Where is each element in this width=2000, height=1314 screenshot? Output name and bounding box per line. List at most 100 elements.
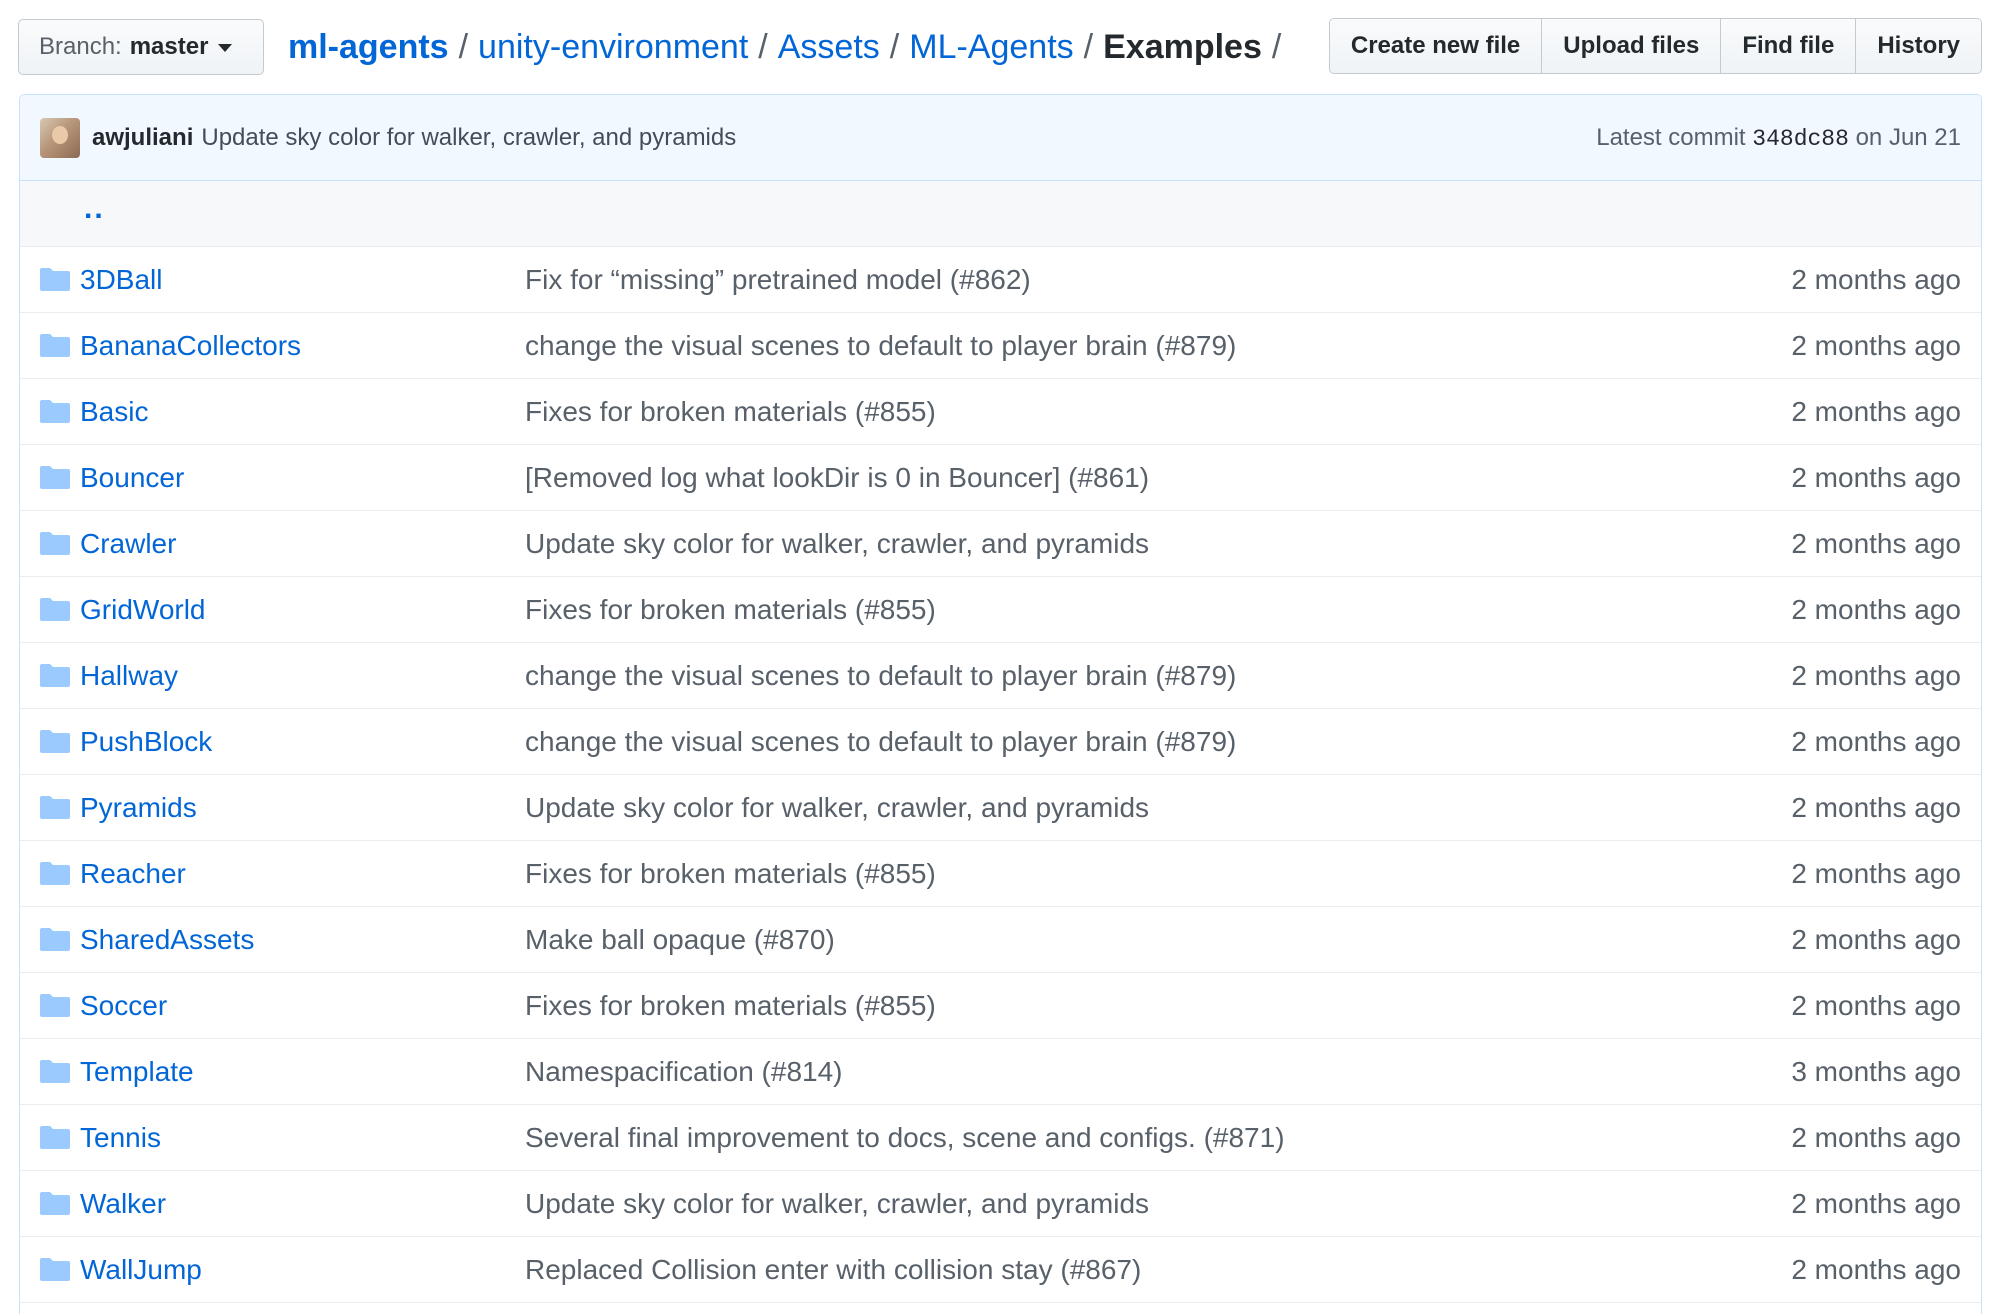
upload-files-button[interactable]: Upload files bbox=[1542, 19, 1722, 73]
file-name-link[interactable]: WallJump bbox=[80, 1254, 202, 1286]
file-name-link[interactable]: 3DBall bbox=[80, 264, 162, 296]
table-row: WallJump Replaced Collision enter with co… bbox=[20, 1237, 1981, 1303]
folder-icon bbox=[40, 400, 70, 423]
file-name-link[interactable]: BananaCollectors bbox=[80, 330, 301, 362]
file-commit-message-link[interactable]: Replaced Collision enter with collision … bbox=[525, 1254, 1141, 1286]
breadcrumb-current: Examples bbox=[1103, 27, 1262, 66]
caret-down-icon bbox=[218, 44, 233, 52]
file-commit-message-link[interactable]: Fixes for broken materials (#855) bbox=[525, 990, 936, 1022]
file-age: 3 months ago bbox=[1791, 1055, 1961, 1087]
breadcrumb-separator: / bbox=[758, 27, 768, 66]
create-new-file-button[interactable]: Create new file bbox=[1329, 19, 1543, 73]
file-commit-message-link[interactable]: Fixes for broken materials (#855) bbox=[525, 858, 936, 890]
breadcrumb-link-ml-agents[interactable]: ML-Agents bbox=[909, 28, 1073, 67]
file-age: 2 months ago bbox=[1791, 791, 1961, 823]
file-commit-message-link[interactable]: change the visual scenes to default to p… bbox=[525, 660, 1236, 692]
folder-icon bbox=[40, 598, 70, 621]
folder-icon bbox=[40, 664, 70, 687]
table-row: Bouncer [Removed log what lookDir is 0 in… bbox=[20, 445, 1981, 511]
branch-select-button[interactable]: Branch: master bbox=[18, 19, 264, 75]
repo-file-browser: Branch: master ml-agents / unity-environ… bbox=[0, 0, 2000, 1314]
table-row: Basic Fixes for broken materials (#855) 2 … bbox=[20, 379, 1981, 445]
file-age: 2 months ago bbox=[1791, 659, 1961, 691]
folder-icon bbox=[40, 730, 70, 753]
file-commit-message-link[interactable]: change the visual scenes to default to p… bbox=[525, 726, 1236, 758]
file-age: 2 months ago bbox=[1791, 857, 1961, 889]
folder-icon bbox=[40, 1060, 70, 1083]
folder-icon bbox=[40, 532, 70, 555]
table-row: PushBlock change the visual scenes to def… bbox=[20, 709, 1981, 775]
file-name-link[interactable]: Reacher bbox=[80, 858, 186, 890]
table-row: 3DBall Fix for “missing” pretrained model… bbox=[20, 247, 1981, 313]
file-name-link[interactable]: Template bbox=[80, 1056, 194, 1088]
file-age: 2 months ago bbox=[1791, 1121, 1961, 1153]
file-actions: Create new file Upload files Find file H… bbox=[1328, 18, 1982, 74]
avatar[interactable] bbox=[40, 117, 80, 158]
breadcrumb-separator: / bbox=[889, 27, 900, 66]
file-commit-message-link[interactable]: Fixes for broken materials (#855) bbox=[525, 396, 936, 428]
file-commit-message-link[interactable]: change the visual scenes to default to p… bbox=[525, 330, 1236, 362]
folder-icon bbox=[40, 796, 70, 819]
file-name-link[interactable]: SharedAssets bbox=[80, 924, 254, 956]
branch-name: master bbox=[129, 33, 209, 60]
file-age: 2 months ago bbox=[1791, 1187, 1961, 1219]
table-row: Crawler Update sky color for walker, craw… bbox=[20, 511, 1981, 577]
folder-icon bbox=[40, 928, 70, 951]
file-name-link[interactable]: Pyramids bbox=[80, 792, 197, 824]
breadcrumb-separator: / bbox=[1271, 27, 1282, 66]
breadcrumb-separator: / bbox=[1083, 27, 1094, 66]
file-commit-message-link[interactable]: Fix for “missing” pretrained model (#862… bbox=[525, 264, 1031, 296]
breadcrumb-link-assets[interactable]: Assets bbox=[778, 28, 880, 67]
folder-icon bbox=[40, 994, 70, 1017]
file-commit-message-link[interactable]: Fixes for broken materials (#855) bbox=[525, 594, 936, 626]
latest-commit-info: Latest commit 348dc88 on Jun 21 bbox=[1596, 124, 1961, 152]
history-button[interactable]: History bbox=[1856, 19, 1981, 73]
file-age: 2 months ago bbox=[1791, 725, 1961, 757]
file-name-link[interactable]: GridWorld bbox=[80, 594, 206, 626]
file-commit-message-link[interactable]: Update sky color for walker, crawler, an… bbox=[525, 1188, 1149, 1220]
folder-icon bbox=[40, 466, 70, 489]
table-row: Template Namespacification (#814) 3 months… bbox=[20, 1039, 1981, 1105]
branch-label: Branch: bbox=[39, 33, 122, 60]
breadcrumb-repo-link[interactable]: ml-agents bbox=[288, 28, 449, 67]
file-commit-message-link[interactable]: Update sky color for walker, crawler, an… bbox=[525, 792, 1149, 824]
parent-directory-link[interactable]: .. bbox=[84, 192, 105, 226]
table-row: SharedAssets Make ball opaque (#870) 2 mon… bbox=[20, 907, 1981, 973]
commit-author[interactable]: awjuliani bbox=[92, 124, 193, 152]
find-file-button[interactable]: Find file bbox=[1721, 19, 1857, 73]
file-commit-message-link[interactable]: Namespacification (#814) bbox=[525, 1056, 843, 1088]
file-commit-message-link[interactable]: [Removed log what lookDir is 0 in Bounce… bbox=[525, 462, 1149, 494]
file-name-link[interactable]: Bouncer bbox=[80, 462, 184, 494]
table-row: Hallway change the visual scenes to defau… bbox=[20, 643, 1981, 709]
file-age: 2 months ago bbox=[1791, 527, 1961, 559]
latest-commit-bar: awjuliani Update sky color for walker, c… bbox=[20, 95, 1981, 181]
file-name-link[interactable]: PushBlock bbox=[80, 726, 212, 758]
file-navigation: Branch: master ml-agents / unity-environ… bbox=[18, 18, 1982, 76]
folder-icon bbox=[40, 1192, 70, 1215]
folder-icon bbox=[40, 862, 70, 885]
table-row: Pyramids Update sky color for walker, cra… bbox=[20, 775, 1981, 841]
commit-message[interactable]: Update sky color for walker, crawler, an… bbox=[201, 124, 736, 152]
file-name-link[interactable]: Tennis bbox=[80, 1122, 161, 1154]
file-name-link[interactable]: Basic bbox=[80, 396, 148, 428]
commit-date: on Jun 21 bbox=[1855, 123, 1961, 151]
file-name-link[interactable]: Soccer bbox=[80, 990, 167, 1022]
file-age: 2 months ago bbox=[1791, 923, 1961, 955]
folder-icon bbox=[40, 1258, 70, 1281]
file-age: 2 months ago bbox=[1791, 989, 1961, 1021]
file-commit-message-link[interactable]: Update sky color for walker, crawler, an… bbox=[525, 528, 1149, 560]
file-age: 2 months ago bbox=[1791, 329, 1961, 361]
breadcrumb-separator: / bbox=[458, 27, 469, 66]
parent-directory-row: .. bbox=[20, 181, 1981, 247]
breadcrumb-link-unity-environment[interactable]: unity-environment bbox=[478, 28, 748, 67]
folder-icon bbox=[40, 334, 70, 357]
file-age: 2 months ago bbox=[1791, 593, 1961, 625]
commit-sha-link[interactable]: 348dc88 bbox=[1752, 126, 1849, 152]
file-name-link[interactable]: Walker bbox=[80, 1188, 166, 1220]
file-commit-message-link[interactable]: Several final improvement to docs, scene… bbox=[525, 1122, 1285, 1154]
file-name-link[interactable]: Crawler bbox=[80, 528, 176, 560]
file-commit-message-link[interactable]: Make ball opaque (#870) bbox=[525, 924, 835, 956]
latest-commit-label: Latest commit bbox=[1596, 123, 1746, 151]
file-name-link[interactable]: Hallway bbox=[80, 660, 178, 692]
table-row: Walker Update sky color for walker, crawl… bbox=[20, 1171, 1981, 1237]
